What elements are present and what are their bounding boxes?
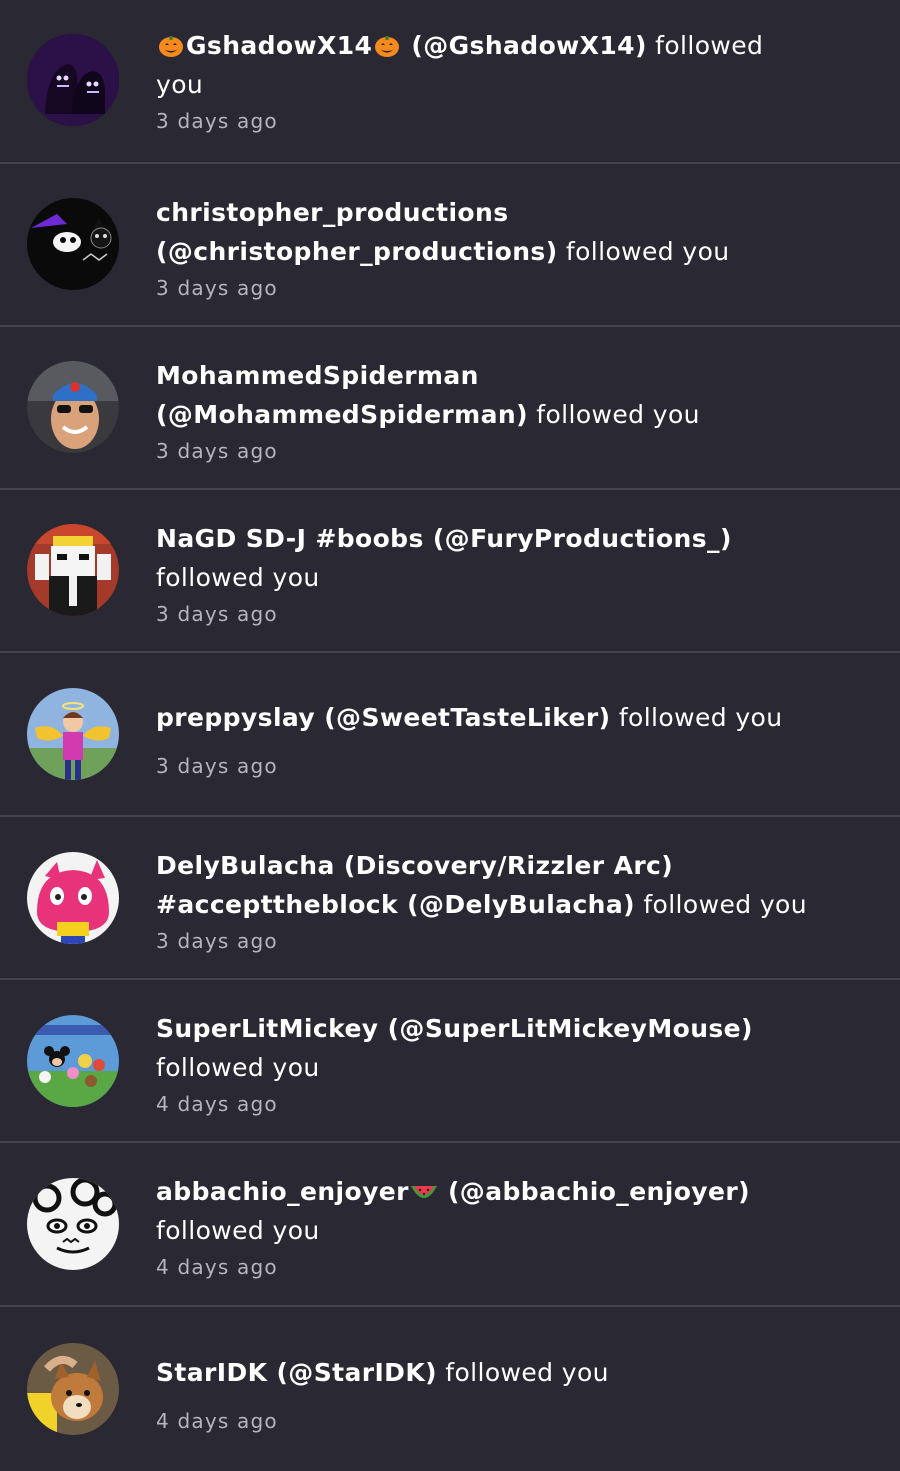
notification-feed: GshadowX14 (@GshadowX14) followed you 3 … xyxy=(0,0,900,1471)
avatar[interactable] xyxy=(27,1343,119,1435)
avatar[interactable] xyxy=(27,361,119,453)
action-text: followed you xyxy=(610,703,783,732)
action-text: followed xyxy=(646,31,764,60)
avatar[interactable] xyxy=(27,688,119,780)
username[interactable]: SuperLitMickey (@SuperLitMickeyMouse) xyxy=(156,1014,753,1043)
username[interactable]: NaGD SD-J #boobs (@FuryProductions_) xyxy=(156,524,732,553)
pixel-character-icon xyxy=(27,524,119,616)
pink-cat-icon xyxy=(27,852,119,944)
notification-row[interactable]: MohammedSpiderman (@MohammedSpiderman) f… xyxy=(0,325,900,488)
pumpkin-icon xyxy=(156,30,186,60)
user-handle[interactable]: #accepttheblock (@DelyBulacha) xyxy=(156,890,635,919)
username[interactable]: GshadowX14 xyxy=(186,31,372,60)
manga-face-icon xyxy=(27,1178,119,1270)
timestamp: 3 days ago xyxy=(156,602,278,626)
avatar[interactable] xyxy=(27,1015,119,1107)
user-handle[interactable]: (@MohammedSpiderman) xyxy=(156,400,528,429)
timestamp: 4 days ago xyxy=(156,1409,278,1433)
angel-character-icon xyxy=(27,688,119,780)
action-text: followed you xyxy=(156,1053,320,1082)
action-text: followed you xyxy=(634,890,807,919)
username[interactable]: abbachio_enjoyer xyxy=(156,1177,409,1206)
user-handle[interactable]: (@GshadowX14) xyxy=(402,31,646,60)
username[interactable]: DelyBulacha (Discovery/Rizzler Arc) xyxy=(156,851,673,880)
notification-row[interactable]: StarIDK (@StarIDK) followed you 4 days a… xyxy=(0,1305,900,1471)
avatar[interactable] xyxy=(27,1178,119,1270)
timestamp: 3 days ago xyxy=(156,754,278,778)
action-text: followed you xyxy=(436,1358,609,1387)
notification-row[interactable]: preppyslay (@SweetTasteLiker) followed y… xyxy=(0,651,900,815)
timestamp: 3 days ago xyxy=(156,276,278,300)
notification-row[interactable]: DelyBulacha (Discovery/Rizzler Arc) #acc… xyxy=(0,815,900,978)
action-text: you xyxy=(156,70,204,99)
action-text: followed you xyxy=(527,400,700,429)
timestamp: 3 days ago xyxy=(156,439,278,463)
cartoon-cat-icon xyxy=(27,198,119,290)
notification-row[interactable]: abbachio_enjoyer (@abbachio_enjoyer) fol… xyxy=(0,1141,900,1305)
watermelon-icon xyxy=(409,1176,439,1206)
username[interactable]: StarIDK (@StarIDK) xyxy=(156,1358,437,1387)
timestamp: 4 days ago xyxy=(156,1255,278,1279)
notification-row[interactable]: NaGD SD-J #boobs (@FuryProductions_) fol… xyxy=(0,488,900,651)
timestamp: 3 days ago xyxy=(156,109,278,133)
mickey-group-icon xyxy=(27,1015,119,1107)
notification-row[interactable]: GshadowX14 (@GshadowX14) followed you 3 … xyxy=(0,0,900,162)
man-sunglasses-icon xyxy=(27,361,119,453)
timestamp: 4 days ago xyxy=(156,1092,278,1116)
pumpkin-icon xyxy=(372,30,402,60)
action-text: followed you xyxy=(557,237,730,266)
username[interactable]: preppyslay (@SweetTasteLiker) xyxy=(156,703,610,732)
fox-photo-icon xyxy=(27,1343,119,1435)
notification-row[interactable]: SuperLitMickey (@SuperLitMickeyMouse) fo… xyxy=(0,978,900,1141)
avatar[interactable] xyxy=(27,524,119,616)
avatar[interactable] xyxy=(27,852,119,944)
shadow-creatures-icon xyxy=(27,34,119,126)
user-handle[interactable]: (@abbachio_enjoyer) xyxy=(439,1177,750,1206)
timestamp: 3 days ago xyxy=(156,929,278,953)
username[interactable]: MohammedSpiderman xyxy=(156,361,479,390)
notification-row[interactable]: christopher_productions (@christopher_pr… xyxy=(0,162,900,325)
avatar[interactable] xyxy=(27,198,119,290)
action-text: followed you xyxy=(156,563,320,592)
avatar[interactable] xyxy=(27,34,119,126)
username[interactable]: christopher_productions xyxy=(156,198,509,227)
user-handle[interactable]: (@christopher_productions) xyxy=(156,237,558,266)
action-text: followed you xyxy=(156,1216,320,1245)
